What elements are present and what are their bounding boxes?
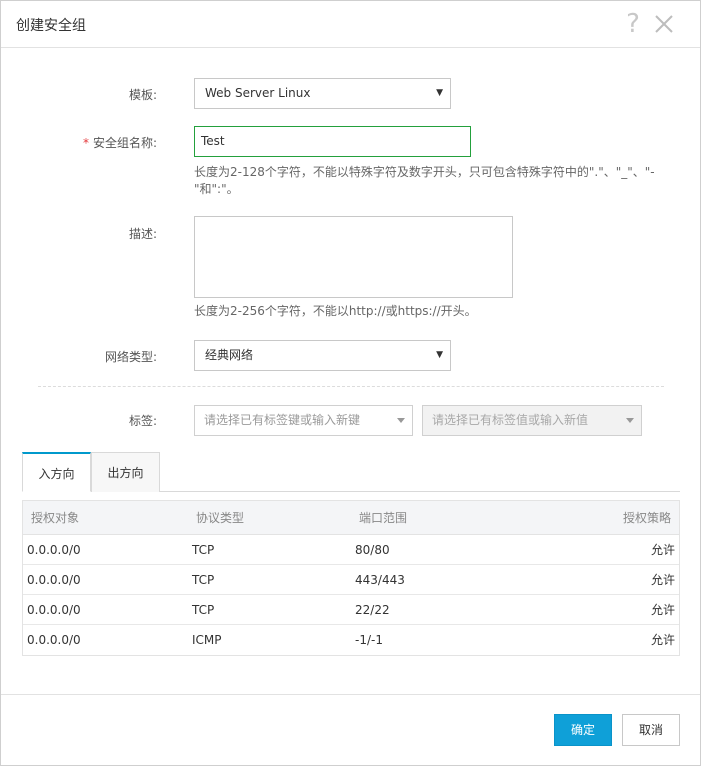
dropdown-arrow-icon: ▼: [436, 88, 443, 98]
create-security-group-dialog: 创建安全组 ? 模板: Web Server Linux ▼ * 安全组名称: T…: [0, 0, 701, 766]
template-select[interactable]: Web Server Linux ▼: [194, 78, 451, 109]
row-protocol: TCP: [192, 603, 215, 617]
tab-outbound-label: 出方向: [107, 466, 144, 480]
column-header-policy: 授权策略: [622, 511, 671, 525]
row-object: 0.0.0.0/0: [27, 603, 81, 617]
row-policy: 允许: [650, 603, 675, 617]
dialog-header: 创建安全组 ?: [1, 1, 700, 48]
column-header-ports: 端口范围: [359, 511, 408, 525]
table-row: 0.0.0.0/0 ICMP -1/-1 允许: [23, 625, 679, 655]
row-ports: 22/22: [355, 603, 390, 617]
tag-value-select[interactable]: 请选择已有标签值或输入新值: [422, 405, 642, 436]
required-mark: *: [82, 136, 89, 150]
table-row: 0.0.0.0/0 TCP 443/443 允许: [23, 565, 679, 595]
description-label: 描述:: [128, 227, 157, 241]
cancel-button[interactable]: 取消: [622, 714, 680, 746]
table-row: 0.0.0.0/0 TCP 80/80 允许: [23, 535, 679, 565]
caret-down-icon: [626, 418, 634, 423]
footer-divider: [1, 694, 700, 695]
table-row: 0.0.0.0/0 TCP 22/22 允许: [23, 595, 679, 625]
group-name-input-value: Test: [201, 134, 225, 148]
section-divider: [38, 386, 664, 387]
row-protocol: ICMP: [192, 633, 222, 647]
row-ports: -1/-1: [355, 633, 383, 647]
network-type-select[interactable]: 经典网络 ▼: [194, 340, 451, 371]
close-icon[interactable]: [653, 13, 675, 35]
row-protocol: TCP: [192, 573, 215, 587]
tag-value-placeholder: 请选择已有标签值或输入新值: [432, 413, 589, 427]
dialog-title: 创建安全组: [16, 18, 86, 34]
row-object: 0.0.0.0/0: [27, 633, 81, 647]
group-name-hint-line1: 长度为2-128个字符，不能以特殊字符及数字开头，只可包含特殊字符中的"."、"…: [194, 165, 655, 179]
direction-tabs: 入方向 出方向: [22, 452, 680, 492]
row-object: 0.0.0.0/0: [27, 543, 81, 557]
group-name-hint: 长度为2-128个字符，不能以特殊字符及数字开头，只可包含特殊字符中的"."、"…: [194, 164, 664, 198]
tab-outbound[interactable]: 出方向: [91, 452, 160, 492]
help-icon[interactable]: ?: [622, 9, 644, 39]
network-type-select-value: 经典网络: [205, 348, 254, 362]
row-ports: 80/80: [355, 543, 390, 557]
tag-key-placeholder: 请选择已有标签键或输入新键: [204, 413, 361, 427]
dropdown-arrow-icon: ▼: [436, 350, 443, 360]
tab-inbound[interactable]: 入方向: [22, 452, 91, 492]
row-ports: 443/443: [355, 573, 405, 587]
row-protocol: TCP: [192, 543, 215, 557]
rules-table: 授权对象 协议类型 端口范围 授权策略 0.0.0.0/0 TCP 80/80 …: [22, 500, 680, 656]
tab-inbound-label: 入方向: [38, 467, 75, 481]
description-hint: 长度为2-256个字符，不能以http://或https://开头。: [194, 304, 477, 318]
network-type-label: 网络类型:: [104, 350, 157, 364]
group-name-hint-line2: "和":"。: [194, 182, 239, 196]
table-header: 授权对象 协议类型 端口范围 授权策略: [23, 501, 679, 535]
template-label: 模板:: [128, 88, 157, 102]
row-policy: 允许: [650, 543, 675, 557]
row-object: 0.0.0.0/0: [27, 573, 81, 587]
group-name-input[interactable]: Test: [194, 126, 471, 157]
caret-down-icon: [397, 418, 405, 423]
column-header-protocol: 协议类型: [196, 511, 245, 525]
template-select-value: Web Server Linux: [205, 86, 311, 100]
tag-key-select[interactable]: 请选择已有标签键或输入新键: [194, 405, 413, 436]
tags-label: 标签:: [128, 414, 157, 428]
description-textarea[interactable]: [194, 216, 513, 298]
confirm-button[interactable]: 确定: [554, 714, 612, 746]
row-policy: 允许: [650, 573, 675, 587]
group-name-label: * 安全组名称:: [61, 134, 157, 151]
column-header-object: 授权对象: [31, 511, 80, 525]
row-policy: 允许: [650, 633, 675, 647]
group-name-label-text: 安全组名称:: [92, 136, 157, 150]
